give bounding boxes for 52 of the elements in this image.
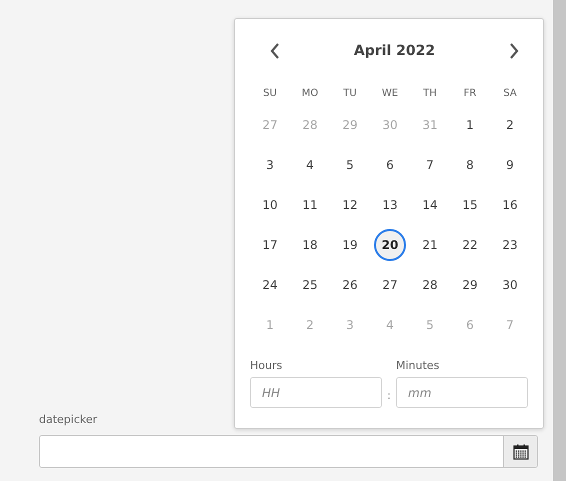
- month-title: April 2022: [354, 43, 436, 59]
- day-button[interactable]: 14: [422, 189, 438, 221]
- weekday-label: SA: [502, 86, 518, 100]
- next-month-button[interactable]: [508, 43, 519, 59]
- weekday-label: TU: [342, 86, 358, 100]
- day-button[interactable]: 29: [462, 269, 478, 301]
- day-button[interactable]: 22: [462, 229, 478, 261]
- day-button[interactable]: 11: [302, 189, 318, 221]
- day-button[interactable]: 7: [426, 149, 434, 181]
- day-button[interactable]: 16: [502, 189, 518, 221]
- day-button[interactable]: 24: [262, 269, 278, 301]
- day-button[interactable]: 15: [462, 189, 478, 221]
- minutes-field[interactable]: mm: [396, 377, 528, 408]
- day-button[interactable]: 20: [374, 229, 406, 261]
- day-button[interactable]: 1: [466, 109, 474, 141]
- day-button[interactable]: 2: [506, 109, 514, 141]
- previous-month-button[interactable]: [270, 43, 280, 59]
- day-button[interactable]: 28: [422, 269, 438, 301]
- hours-label: Hours: [250, 359, 284, 372]
- day-button[interactable]: 9: [506, 149, 514, 181]
- day-button[interactable]: 23: [502, 229, 518, 261]
- day-button[interactable]: 27: [382, 269, 398, 301]
- day-button[interactable]: 17: [262, 229, 278, 261]
- day-button[interactable]: 10: [262, 189, 278, 221]
- chevron-right-icon: [508, 43, 519, 59]
- calendar-button[interactable]: [503, 436, 537, 467]
- time-separator: :: [386, 389, 392, 402]
- day-button[interactable]: 19: [342, 229, 358, 261]
- day-button[interactable]: 13: [382, 189, 398, 221]
- day-button[interactable]: 30: [502, 269, 518, 301]
- weekday-label: WE: [380, 86, 400, 100]
- hours-field[interactable]: HH: [250, 377, 382, 408]
- date-field[interactable]: [39, 435, 538, 468]
- day-button[interactable]: 12: [342, 189, 358, 221]
- field-label: datepicker: [39, 413, 98, 426]
- day-button[interactable]: 5: [346, 149, 354, 181]
- day-button[interactable]: 26: [342, 269, 358, 301]
- calendar-icon: [512, 444, 528, 460]
- day-button[interactable]: 18: [302, 229, 318, 261]
- day-button[interactable]: 4: [306, 149, 314, 181]
- weekday-label: MO: [300, 86, 320, 100]
- scrollbar[interactable]: [553, 0, 566, 481]
- minutes-label: Minutes: [396, 359, 440, 372]
- chevron-left-icon: [270, 43, 280, 59]
- weekday-label: FR: [462, 86, 478, 100]
- day-button[interactable]: 8: [466, 149, 474, 181]
- weekday-label: TH: [422, 86, 438, 100]
- day-button[interactable]: 25: [302, 269, 318, 301]
- day-button[interactable]: 3: [266, 149, 274, 181]
- day-button[interactable]: 6: [386, 149, 394, 181]
- day-button[interactable]: 21: [422, 229, 438, 261]
- weekday-label: SU: [262, 86, 278, 100]
